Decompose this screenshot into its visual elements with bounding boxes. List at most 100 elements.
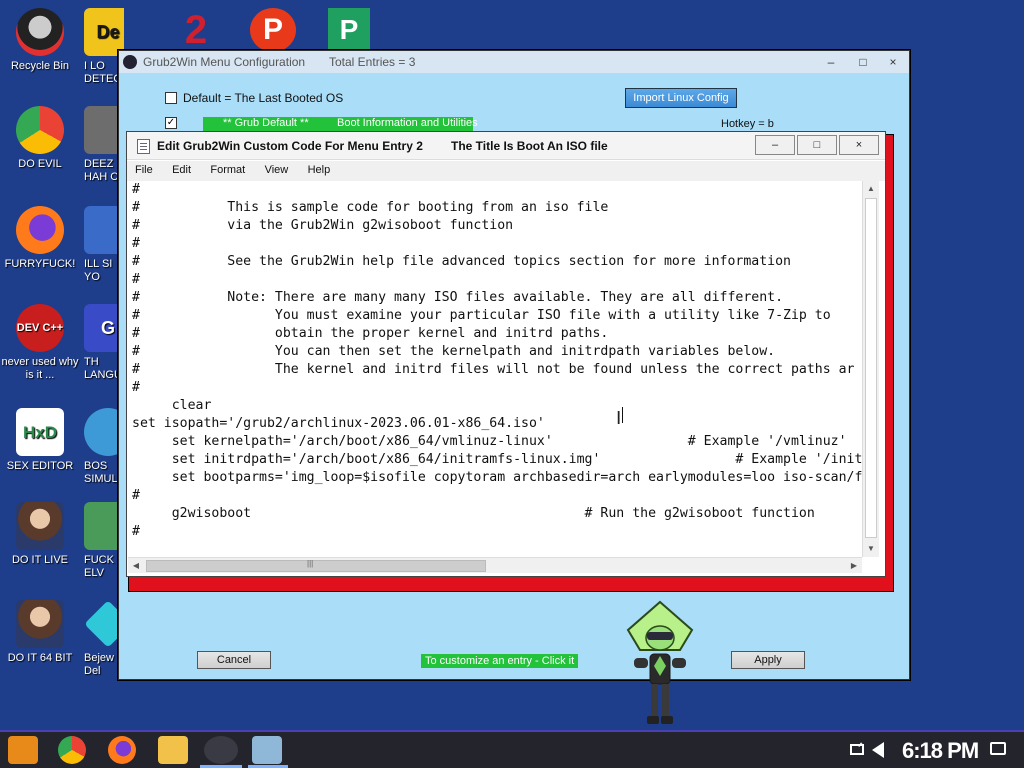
code-line: # [132,524,140,539]
chrome-icon [16,106,64,154]
desktop-icon-devcpp[interactable]: DEV C++ never used why is it ... [0,304,80,382]
taskbar-notepad-icon[interactable] [252,736,282,764]
vertical-scroll-thumb[interactable] [865,198,877,538]
scroll-up-icon[interactable]: ▲ [863,181,879,197]
code-line: # [132,488,140,503]
close-button[interactable]: × [839,135,879,155]
code-line: g2wisoboot # Run the g2wisoboot function [132,506,815,521]
notepad-icon [137,139,150,154]
menu-edit[interactable]: Edit [164,161,199,176]
code-line: # See the Grub2Win help file advanced to… [132,254,791,269]
code-line: # [132,272,140,287]
maximize-button[interactable]: □ [797,135,837,155]
icon-label: Recycle Bin [10,60,70,72]
default-checkbox[interactable] [165,92,177,104]
detective-icon: De [84,8,124,56]
ibeam-cursor-icon: I [616,408,622,429]
desktop-icon-recycle-bin[interactable]: Recycle Bin [0,8,80,73]
taskbar-chrome-icon[interactable] [58,736,86,764]
desktop-icon-firefox[interactable]: FURRYFUCK! [0,206,80,271]
devcpp-icon: DEV C++ [16,304,64,352]
taskbar: ^ 6:18 PM [0,730,1024,768]
hotkey-label: Hotkey = b [721,118,774,130]
scroll-left-icon[interactable]: ◀ [128,558,144,574]
back-close-button[interactable]: × [879,53,907,71]
icon-label: DO EVIL [18,158,62,170]
code-line: # Note: There are many many ISO files av… [132,290,784,305]
taskbar-firefox-icon[interactable] [108,736,136,764]
code-line: set bootparms='img_loop=$isofile copytor… [132,470,863,485]
desktop-icon-top-publisher[interactable]: P [328,8,370,52]
icon-label: DEEZ HAH C [84,158,119,183]
desktop-icon-hxd[interactable]: HxD SEX EDITOR [0,408,80,473]
minimize-button[interactable]: – [755,135,795,155]
default-label: Default = The Last Booted OS [183,91,344,105]
code-line: # via the Grub2Win g2wisoboot function [132,218,514,233]
icon-label: DO IT LIVE [11,554,69,566]
apply-button[interactable]: Apply [731,651,805,669]
back-window-titlebar[interactable]: Grub2Win Menu Configuration Total Entrie… [119,51,909,73]
icon-label: never used why is it ... [1,356,79,381]
desktop-icon-do-it-live[interactable]: DO IT LIVE [0,502,80,567]
code-content: # # This is sample code for booting from … [132,181,862,541]
desktop-icon-chrome[interactable]: DO EVIL [0,106,80,171]
taskbar-file-explorer-icon[interactable] [158,736,188,764]
row-boot-info-label: Boot Information and Utilities [337,117,478,129]
menu-bar: File Edit Format View Help [127,161,885,181]
icon-label: FURRYFUCK! [4,258,76,270]
taskbar-grub2win-icon[interactable] [204,736,238,764]
editor-title: Edit Grub2Win Custom Code For Menu Entry… [157,139,423,153]
portrait-icon [16,600,64,648]
icon-label: FUCK ELV [84,554,114,579]
code-line: # obtain the proper kernel and initrd pa… [132,326,609,341]
desktop-icon-top-p[interactable]: P [250,8,296,52]
peridot-character [626,600,694,724]
code-line: # You must examine your particular ISO f… [132,308,831,323]
editor-titlebar[interactable]: Edit Grub2Win Custom Code For Menu Entry… [127,132,885,160]
start-button[interactable] [8,736,38,764]
code-line: # [132,236,140,251]
code-line: # The kernel and initrd files will not b… [132,362,855,377]
icon-label: ILL SI YO [84,258,113,283]
import-linux-config-button[interactable]: Import Linux Config [625,88,737,108]
back-maximize-button[interactable]: □ [849,53,877,71]
entry-checkbox[interactable]: ✓ [165,117,177,129]
icon-label: BOS SIMUL [84,460,118,485]
code-line: # This is sample code for booting from a… [132,200,609,215]
desktop-icon-top-2[interactable]: 2 [172,8,220,52]
horizontal-scroll-thumb[interactable] [146,559,486,572]
icon-label: DO IT 64 BIT [7,652,73,664]
back-window-title: Grub2Win Menu Configuration [143,55,306,69]
menu-help[interactable]: Help [300,161,339,176]
code-line: # [132,182,140,197]
total-entries: Total Entries = 3 [329,55,416,69]
cancel-button[interactable]: Cancel [197,651,271,669]
grub2win-icon [123,55,137,69]
firefox-icon [16,206,64,254]
network-icon[interactable] [850,744,864,755]
scroll-right-icon[interactable]: ▶ [846,558,862,574]
code-line: # [132,380,140,395]
scroll-down-icon[interactable]: ▼ [863,541,879,557]
icon-label: TH LANGU [84,356,122,381]
vertical-scrollbar[interactable]: ▲ ▼ [862,181,879,557]
code-line: set initrdpath='/arch/boot/x86_64/initra… [132,452,863,467]
code-line: set kernelpath='/arch/boot/x86_64/vmlinu… [132,434,847,449]
clock[interactable]: 6:18 PM [902,738,979,764]
text-caret [622,407,623,423]
desktop-icon-do-it-64[interactable]: DO IT 64 BIT [0,600,80,665]
portrait-icon [16,502,64,550]
notification-icon[interactable] [990,742,1006,755]
menu-view[interactable]: View [257,161,297,176]
volume-icon[interactable] [872,742,884,758]
code-line: clear [132,398,212,413]
code-text-area[interactable]: # # This is sample code for booting from … [128,181,868,557]
horizontal-scrollbar[interactable]: ◀ ▶ [128,557,862,573]
code-line: # You can then set the kernelpath and in… [132,344,776,359]
menu-file[interactable]: File [127,161,161,176]
menu-format[interactable]: Format [202,161,253,176]
code-line: set isopath='/grub2/archlinux-2023.06.01… [132,416,545,431]
customize-entry-label: To customize an entry - Click it [421,654,579,668]
back-minimize-button[interactable]: – [817,53,845,71]
icon-label: I LO DETEC [84,60,122,85]
